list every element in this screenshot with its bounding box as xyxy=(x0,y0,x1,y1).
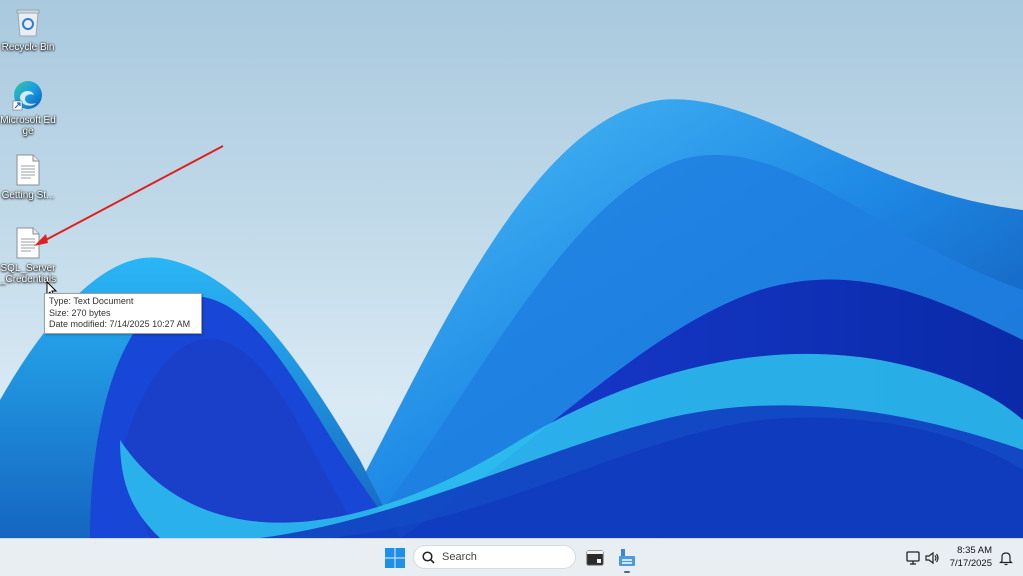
terminal-icon xyxy=(586,550,604,566)
network-icon[interactable] xyxy=(905,550,921,566)
desktop: Recycle Bin Microsoft Edge Getting St...… xyxy=(0,0,1023,538)
tooltip-type: Type: Text Document xyxy=(49,296,134,306)
taskbar: Search 8:35 AM 7/17/2025 xyxy=(0,538,1023,576)
clock-time: 8:35 AM xyxy=(957,545,992,556)
taskbar-clock[interactable]: 8:35 AM 7/17/2025 xyxy=(944,544,992,570)
clock-date: 7/17/2025 xyxy=(949,558,992,569)
taskbar-search-box[interactable]: Search xyxy=(413,545,576,569)
file-tooltip: Type: Text Document Size: 270 bytes Date… xyxy=(44,293,202,334)
taskbar-app-file-explorer[interactable] xyxy=(615,546,639,570)
windows-logo-icon xyxy=(385,548,405,568)
running-indicator xyxy=(624,571,630,573)
tooltip-size: Size: 270 bytes xyxy=(49,307,111,318)
annotation-arrow xyxy=(34,145,224,246)
volume-icon[interactable] xyxy=(924,550,940,566)
tooltip-date-modified: Date modified: 7/14/2025 10:27 AM xyxy=(49,319,191,329)
file-explorer-icon xyxy=(619,549,635,566)
taskbar-app-terminal[interactable] xyxy=(583,546,607,570)
start-button[interactable] xyxy=(385,548,405,568)
notification-bell-icon[interactable] xyxy=(998,550,1014,566)
search-icon xyxy=(422,550,435,564)
search-placeholder: Search xyxy=(442,551,477,563)
